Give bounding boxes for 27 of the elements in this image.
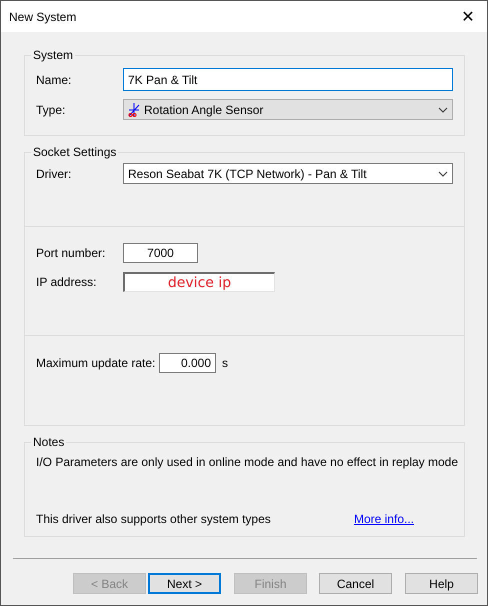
dialog-button[interactable]: Cancel [319, 573, 392, 594]
ip-address-field[interactable]: device ip [123, 272, 275, 292]
note-text: This driver also supports other system types [36, 512, 271, 526]
name-field[interactable]: 7K Pan & Tilt [123, 68, 453, 91]
field-label: Maximum update rate: [36, 356, 156, 370]
dialog-button[interactable]: Next > [148, 573, 221, 594]
group-title: Socket Settings [32, 145, 118, 159]
field-label: Driver: [36, 166, 72, 180]
group-title: System [32, 48, 74, 62]
dialog-button[interactable]: Help [405, 573, 478, 594]
type-dropdown[interactable]: Rotation Angle Sensor [123, 99, 453, 120]
sensor-icon [128, 102, 140, 116]
chevron-down-icon [438, 106, 448, 112]
window-title: New System [9, 10, 76, 24]
field-label: Type: [36, 102, 66, 116]
chevron-down-icon [438, 170, 448, 176]
unit-label: s [222, 356, 228, 370]
group-title: Notes [32, 435, 66, 449]
close-button[interactable]: ✕ [453, 2, 483, 32]
update-rate-field[interactable]: 0.000 [159, 353, 216, 373]
driver-dropdown[interactable]: Reson Seabat 7K (TCP Network) - Pan & Tilt [123, 163, 453, 184]
more-info-link[interactable]: More info... [354, 512, 414, 526]
field-label: IP address: [36, 275, 98, 289]
port-field[interactable]: 7000 [123, 243, 198, 263]
field-label: Name: [36, 72, 72, 86]
note-text: I/O Parameters are only used in online mode and have no effect in replay mode [36, 455, 458, 469]
field-label: Port number: [36, 246, 106, 260]
